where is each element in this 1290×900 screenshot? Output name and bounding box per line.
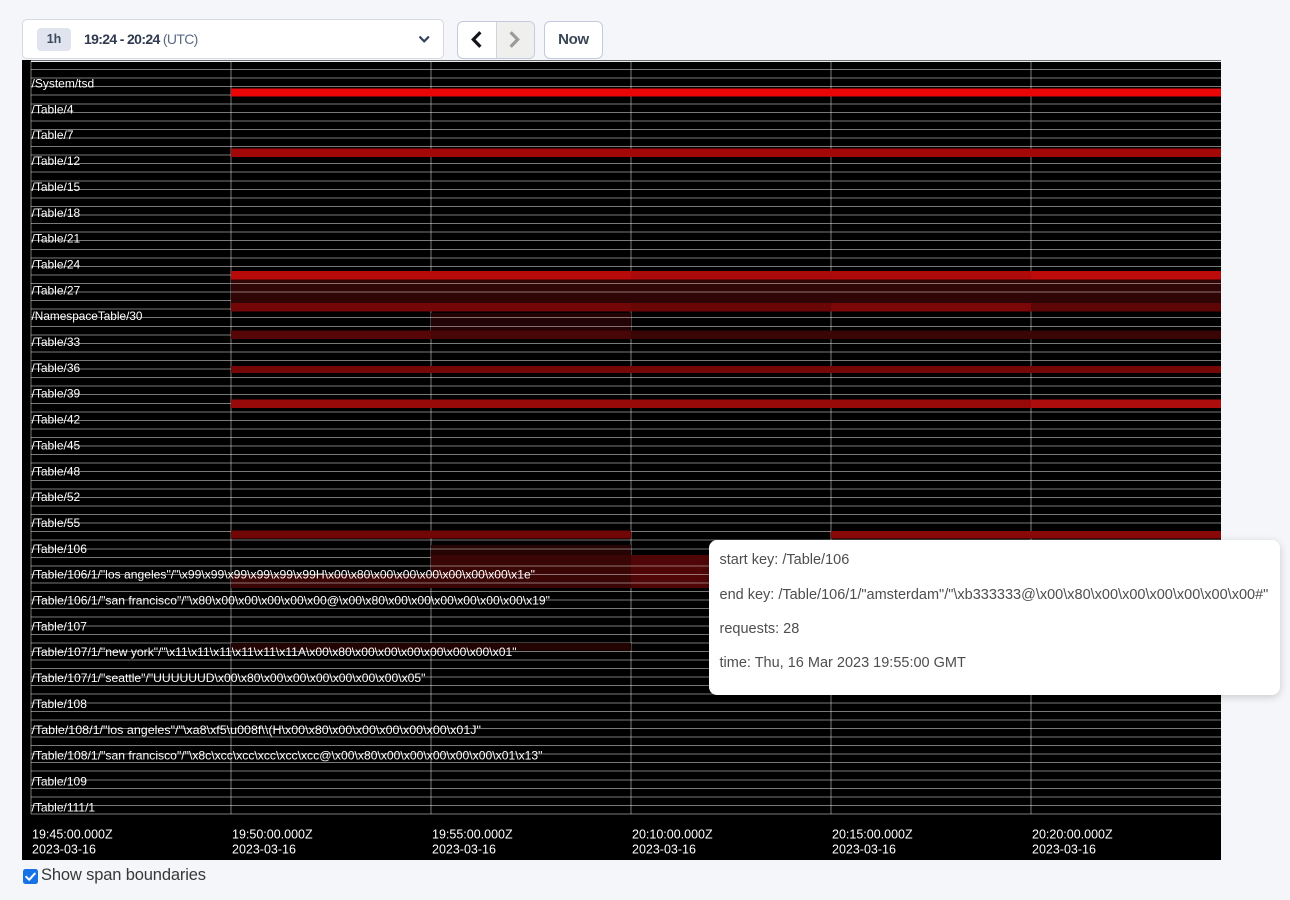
svg-text:/Table/36: /Table/36 — [32, 361, 81, 375]
svg-text:/Table/7: /Table/7 — [32, 128, 74, 142]
svg-text:/Table/111/1: /Table/111/1 — [32, 800, 96, 814]
svg-text:/Table/45: /Table/45 — [32, 438, 81, 452]
svg-text:/Table/27: /Table/27 — [32, 283, 81, 297]
svg-text:/Table/108/1/"san francisco"/": /Table/108/1/"san francisco"/"\x8c\xcc\x… — [32, 749, 543, 763]
svg-text:/Table/39: /Table/39 — [32, 387, 81, 401]
svg-text:20:15:00.000Z: 20:15:00.000Z — [832, 828, 913, 842]
svg-text:/Table/21: /Table/21 — [32, 232, 81, 246]
svg-text:/Table/55: /Table/55 — [32, 516, 81, 530]
svg-text:/Table/106/1/"san francisco"/": /Table/106/1/"san francisco"/"\x80\x00\x… — [32, 594, 551, 608]
svg-text:/System/tsd: /System/tsd — [32, 77, 95, 91]
svg-text:/Table/107: /Table/107 — [32, 619, 88, 633]
svg-text:2023-03-16: 2023-03-16 — [832, 843, 896, 857]
svg-text:/Table/108/1/"los angeles"/"\x: /Table/108/1/"los angeles"/"\xa8\xf5\u00… — [32, 723, 482, 737]
svg-text:20:20:00.000Z: 20:20:00.000Z — [1032, 828, 1113, 842]
svg-text:2023-03-16: 2023-03-16 — [632, 843, 696, 857]
svg-text:2023-03-16: 2023-03-16 — [432, 843, 496, 857]
svg-text:/Table/12: /Table/12 — [32, 154, 81, 168]
svg-text:19:45:00.000Z: 19:45:00.000Z — [32, 828, 113, 842]
svg-text:2023-03-16: 2023-03-16 — [232, 843, 296, 857]
svg-text:/Table/107/1/"seattle"/"UUUUUU: /Table/107/1/"seattle"/"UUUUUUD\x00\x80\… — [32, 671, 426, 685]
svg-text:20:10:00.000Z: 20:10:00.000Z — [632, 828, 713, 842]
svg-text:/Table/48: /Table/48 — [32, 464, 81, 478]
svg-text:/Table/24: /Table/24 — [32, 257, 81, 271]
svg-text:/Table/107/1/"new york"/"\x11\: /Table/107/1/"new york"/"\x11\x11\x11\x1… — [32, 645, 517, 659]
svg-text:2023-03-16: 2023-03-16 — [1032, 843, 1096, 857]
svg-text:/Table/15: /Table/15 — [32, 180, 81, 194]
svg-text:19:55:00.000Z: 19:55:00.000Z — [432, 828, 513, 842]
svg-text:/NamespaceTable/30: /NamespaceTable/30 — [32, 309, 143, 323]
svg-text:/Table/42: /Table/42 — [32, 413, 81, 427]
svg-text:/Table/33: /Table/33 — [32, 335, 81, 349]
svg-text:19:50:00.000Z: 19:50:00.000Z — [232, 828, 313, 842]
svg-text:/Table/18: /Table/18 — [32, 206, 81, 220]
svg-text:/Table/108: /Table/108 — [32, 697, 88, 711]
svg-text:2023-03-16: 2023-03-16 — [32, 843, 96, 857]
svg-text:/Table/106/1/"los angeles"/"\x: /Table/106/1/"los angeles"/"\x99\x99\x99… — [32, 568, 536, 582]
svg-text:/Table/109: /Table/109 — [32, 774, 88, 788]
svg-text:/Table/106: /Table/106 — [32, 542, 88, 556]
svg-text:/Table/4: /Table/4 — [32, 102, 74, 116]
svg-text:/Table/52: /Table/52 — [32, 490, 81, 504]
